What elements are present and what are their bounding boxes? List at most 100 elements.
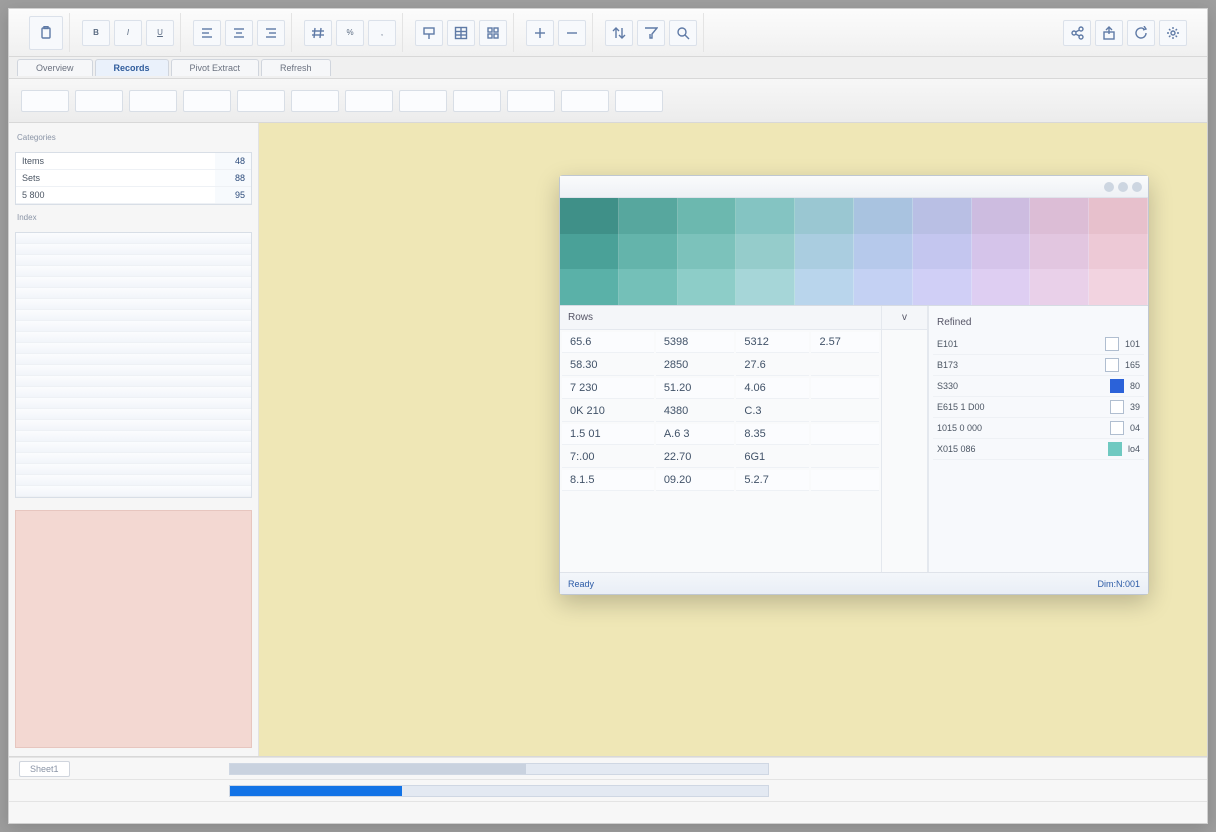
ribbon-share-button[interactable] [1063,20,1091,46]
list-item[interactable]: 1015 0 000 04 [933,418,1144,439]
table-cell[interactable] [811,424,879,445]
palette-swatch[interactable] [1089,234,1148,270]
list-item[interactable]: X015 086 lo4 [933,439,1144,460]
subbar-slot[interactable] [75,90,123,112]
palette-swatch[interactable] [1030,234,1089,270]
ribbon-paste-button[interactable] [29,16,63,50]
table-row[interactable]: 0K 2104380C.3 [562,401,879,422]
subbar-slot[interactable] [129,90,177,112]
palette-swatch[interactable] [795,234,854,270]
stripe-row[interactable] [16,299,251,310]
stripe-row[interactable] [16,464,251,475]
table-cell[interactable] [811,447,879,468]
stripe-row[interactable] [16,387,251,398]
sheet-tab[interactable]: Sheet1 [19,761,70,777]
ribbon-find-button[interactable] [669,20,697,46]
palette-swatch[interactable] [1089,198,1148,234]
canvas[interactable]: Rows 65.6539853122.5758.30285027.67 2305… [259,123,1207,756]
ribbon-number-button[interactable] [304,20,332,46]
table-cell[interactable]: A.6 3 [656,424,735,445]
palette-swatch[interactable] [972,269,1031,305]
tab-refresh[interactable]: Refresh [261,59,331,76]
palette-swatch[interactable] [619,234,678,270]
subbar-slot[interactable] [291,90,339,112]
palette-swatch[interactable] [560,269,619,305]
ribbon-filter-button[interactable] [637,20,665,46]
palette-swatch[interactable] [913,269,972,305]
stripe-row[interactable] [16,321,251,332]
tab-overview[interactable]: Overview [17,59,93,76]
ribbon-settings-button[interactable] [1159,20,1187,46]
table-cell[interactable]: C.3 [736,401,809,422]
dialog-titlebar[interactable] [560,176,1148,198]
table-cell[interactable]: 09.20 [656,470,735,491]
palette-swatch[interactable] [972,198,1031,234]
subbar-slot[interactable] [453,90,501,112]
ribbon-styles-button[interactable] [479,20,507,46]
subbar-slot[interactable] [21,90,69,112]
table-row[interactable]: 65.6539853122.57 [562,332,879,353]
stripe-row[interactable] [16,310,251,321]
subbar-slot[interactable] [345,90,393,112]
sheet-tab-strip[interactable]: Sheet1 [9,757,1207,779]
ribbon-percent-button[interactable]: % [336,20,364,46]
stripe-row[interactable] [16,266,251,277]
table-cell[interactable]: 5.2.7 [736,470,809,491]
table-cell[interactable]: 8.35 [736,424,809,445]
table-cell[interactable]: 2850 [656,355,735,376]
palette-swatch[interactable] [854,198,913,234]
table-row[interactable]: 7:.0022.706G1 [562,447,879,468]
stripe-row[interactable] [16,354,251,365]
palette-swatch[interactable] [560,234,619,270]
table-row[interactable]: 1.5 01A.6 38.35 [562,424,879,445]
stripe-row[interactable] [16,288,251,299]
list-item[interactable]: S330 80 [933,376,1144,397]
table-cell[interactable]: 5312 [736,332,809,353]
table-cell[interactable]: 8.1.5 [562,470,654,491]
side-stripe-list[interactable] [15,232,252,498]
stripe-row[interactable] [16,398,251,409]
ribbon-align-right-button[interactable] [257,20,285,46]
ribbon-align-left-button[interactable] [193,20,221,46]
table-cell[interactable] [811,401,879,422]
list-item[interactable]: E615 1 D00 39 [933,397,1144,418]
stripe-row[interactable] [16,255,251,266]
subbar-slot[interactable] [615,90,663,112]
table-cell[interactable] [811,378,879,399]
ribbon-insert-button[interactable] [526,20,554,46]
palette-swatch[interactable] [736,234,795,270]
subbar-slot[interactable] [183,90,231,112]
table-row[interactable]: 58.30285027.6 [562,355,879,376]
table-cell[interactable]: 51.20 [656,378,735,399]
dialog-close-icon[interactable] [1132,182,1142,192]
table-cell[interactable]: 5398 [656,332,735,353]
scrollbar-horizontal[interactable] [229,763,769,775]
palette-swatch[interactable] [795,269,854,305]
palette-swatch[interactable] [1030,269,1089,305]
ribbon-sort-button[interactable] [605,20,633,46]
subbar-slot[interactable] [507,90,555,112]
ribbon-align-center-button[interactable] [225,20,253,46]
table-cell[interactable]: 1.5 01 [562,424,654,445]
ribbon-bold-button[interactable]: B [82,20,110,46]
stripe-row[interactable] [16,244,251,255]
table-row[interactable]: 7 23051.204.06 [562,378,879,399]
palette-swatch[interactable] [560,198,619,234]
table-cell[interactable]: 4.06 [736,378,809,399]
table-cell[interactable]: 58.30 [562,355,654,376]
palette-swatch[interactable] [619,198,678,234]
palette-swatch[interactable] [1089,269,1148,305]
stripe-row[interactable] [16,409,251,420]
ribbon-italic-button[interactable]: I [114,20,142,46]
table-cell[interactable]: 65.6 [562,332,654,353]
palette-swatch[interactable] [854,234,913,270]
color-palette[interactable] [560,198,1148,306]
stripe-row[interactable] [16,453,251,464]
palette-swatch[interactable] [1030,198,1089,234]
palette-swatch[interactable] [619,269,678,305]
subbar-slot[interactable] [237,90,285,112]
palette-swatch[interactable] [795,198,854,234]
table-row[interactable]: 8.1.509.205.2.7 [562,470,879,491]
dialog-table[interactable]: 65.6539853122.5758.30285027.67 23051.204… [560,330,881,493]
palette-swatch[interactable] [972,234,1031,270]
